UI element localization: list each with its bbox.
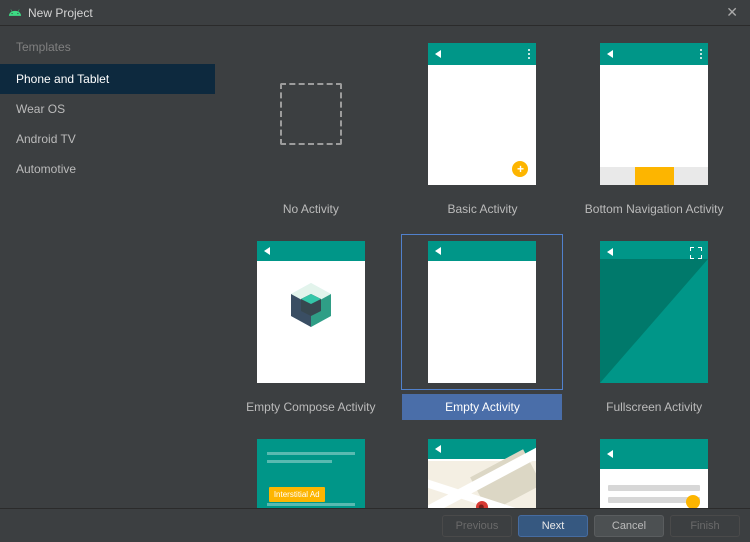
- map-pin-icon: [476, 501, 488, 508]
- thumb-wrap: [573, 432, 735, 508]
- back-arrow-icon: [435, 50, 441, 58]
- footer: Previous Next Cancel Finish: [0, 508, 750, 542]
- template-label: Fullscreen Activity: [606, 400, 702, 414]
- appbar-icon: [428, 43, 536, 65]
- template-card-fullscreen[interactable]: Fullscreen Activity: [574, 234, 734, 420]
- template-card-maps[interactable]: [402, 432, 562, 508]
- thumb-wrap: [230, 36, 392, 192]
- thumb-wrap: +: [401, 36, 563, 192]
- line-icon: [608, 485, 700, 491]
- cancel-button[interactable]: Cancel: [594, 515, 664, 537]
- appbar-icon: [600, 439, 708, 469]
- template-card-empty-compose[interactable]: Empty Compose Activity: [231, 234, 391, 420]
- thumbnail: [600, 43, 708, 185]
- bn-right: [674, 167, 709, 185]
- thumbnail: [600, 439, 708, 508]
- sidebar-item-label: Android TV: [16, 132, 76, 146]
- overflow-icon: [528, 49, 531, 60]
- sidebar-header: Templates: [0, 34, 215, 64]
- thumb-wrap: [230, 234, 392, 390]
- template-card-detail[interactable]: [574, 432, 734, 508]
- fab-icon: [686, 495, 700, 508]
- thumbnail: [428, 241, 536, 383]
- dashed-box-icon: [280, 83, 342, 145]
- template-gallery: No Activity + Basic Activity: [215, 26, 750, 508]
- detail-body: [600, 469, 708, 508]
- thumb-wrap: [573, 36, 735, 192]
- label-wrap: Empty Activity: [402, 394, 562, 420]
- template-grid: No Activity + Basic Activity: [225, 36, 740, 508]
- back-arrow-icon: [264, 247, 270, 255]
- fullscreen-icon: [690, 247, 702, 259]
- back-arrow-icon: [607, 248, 613, 256]
- template-label: Bottom Navigation Activity: [585, 202, 724, 216]
- close-icon[interactable]: ✕: [722, 2, 742, 23]
- thumbnail: [428, 439, 536, 508]
- back-arrow-icon: [435, 247, 441, 255]
- label-wrap: Basic Activity: [402, 196, 562, 222]
- compose-logo-icon: [290, 282, 332, 328]
- btn-label: Cancel: [612, 520, 646, 532]
- bn-left: [600, 167, 635, 185]
- template-label: No Activity: [283, 202, 339, 216]
- finish-button: Finish: [670, 515, 740, 537]
- template-card-basic-activity[interactable]: + Basic Activity: [402, 36, 562, 222]
- template-card-bottom-navigation[interactable]: Bottom Navigation Activity: [574, 36, 734, 222]
- body: Templates Phone and Tablet Wear OS Andro…: [0, 26, 750, 508]
- thumbnail: +: [428, 43, 536, 185]
- map-bg: [428, 461, 536, 508]
- android-icon: [8, 6, 22, 20]
- lines-icon: [257, 439, 365, 463]
- thumb-wrap: [401, 234, 563, 390]
- back-arrow-icon: [435, 445, 441, 453]
- lines-icon: [257, 498, 365, 508]
- template-card-no-activity[interactable]: No Activity: [231, 36, 391, 222]
- sidebar: Templates Phone and Tablet Wear OS Andro…: [0, 26, 215, 508]
- sidebar-item-wear-os[interactable]: Wear OS: [0, 94, 215, 124]
- fab-icon: +: [512, 161, 528, 177]
- previous-button: Previous: [442, 515, 512, 537]
- template-label: Empty Activity: [445, 400, 520, 414]
- thumb-wrap: Interstitial Ad: [230, 432, 392, 508]
- window-title: New Project: [28, 6, 722, 20]
- label-wrap: No Activity: [231, 196, 391, 222]
- appbar-icon: [428, 241, 536, 261]
- label-wrap: Empty Compose Activity: [231, 394, 391, 420]
- sidebar-item-label: Automotive: [16, 162, 76, 176]
- bn-mid: [635, 167, 674, 185]
- btn-label: Finish: [690, 520, 719, 532]
- interstitial-bg: Interstitial Ad: [257, 439, 365, 508]
- label-wrap: Bottom Navigation Activity: [574, 196, 734, 222]
- template-label: Empty Compose Activity: [246, 400, 375, 414]
- thumb-wrap: [401, 432, 563, 508]
- back-arrow-icon: [607, 450, 613, 458]
- btn-label: Next: [542, 520, 565, 532]
- btn-label: Previous: [456, 520, 499, 532]
- sidebar-item-automotive[interactable]: Automotive: [0, 154, 215, 184]
- thumbnail: [600, 241, 708, 383]
- sidebar-item-label: Wear OS: [16, 102, 65, 116]
- overflow-icon: [700, 49, 703, 60]
- template-card-empty-activity[interactable]: Empty Activity: [402, 234, 562, 420]
- label-wrap: Fullscreen Activity: [574, 394, 734, 420]
- appbar-icon: [600, 43, 708, 65]
- next-button[interactable]: Next: [518, 515, 588, 537]
- template-label: Basic Activity: [447, 202, 517, 216]
- appbar-icon: [257, 241, 365, 261]
- thumb-wrap: [573, 234, 735, 390]
- sidebar-item-phone-tablet[interactable]: Phone and Tablet: [0, 64, 215, 94]
- bottom-nav-icon: [600, 167, 708, 185]
- titlebar: New Project ✕: [0, 0, 750, 26]
- template-card-interstitial[interactable]: Interstitial Ad: [231, 432, 391, 508]
- fullscreen-diag: [600, 259, 708, 383]
- back-arrow-icon: [607, 50, 613, 58]
- thumbnail: [257, 241, 365, 383]
- sidebar-item-label: Phone and Tablet: [16, 72, 109, 86]
- sidebar-item-android-tv[interactable]: Android TV: [0, 124, 215, 154]
- thumbnail: [257, 43, 365, 185]
- thumbnail: Interstitial Ad: [257, 439, 365, 508]
